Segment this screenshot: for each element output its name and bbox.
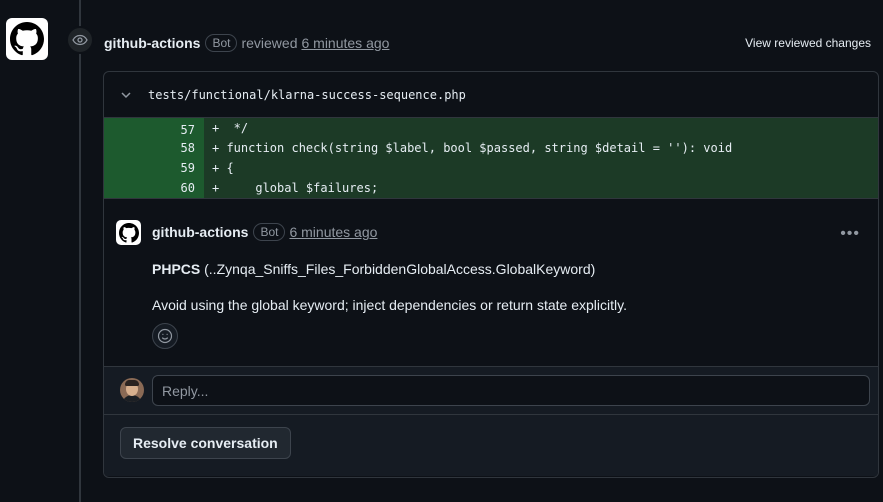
diff-line: 57 + */ [104, 118, 878, 138]
diff-line: 59 + { [104, 158, 878, 178]
github-actions-avatar[interactable] [6, 18, 48, 60]
comment-rule: (..Zynqa_Sniffs_Files_ForbiddenGlobalAcc… [200, 261, 596, 277]
chevron-down-icon[interactable] [118, 87, 134, 103]
review-badge [66, 26, 94, 54]
github-logo-icon [118, 222, 139, 243]
file-header: tests/functional/klarna-success-sequence… [104, 72, 878, 118]
review-comment: github-actions Bot 6 minutes ago ••• PHP… [104, 198, 878, 366]
resolve-row: Resolve conversation [104, 414, 878, 476]
eye-icon [72, 34, 88, 46]
github-logo-icon [10, 22, 44, 56]
comment-time-link[interactable]: 6 minutes ago [289, 224, 377, 240]
bot-badge: Bot [253, 223, 286, 241]
add-reaction-button[interactable] [152, 323, 178, 349]
reply-row [104, 366, 878, 414]
code-line: + function check(string $label, bool $pa… [212, 141, 733, 155]
review-action: reviewed [241, 35, 298, 51]
bot-badge: Bot [205, 34, 238, 52]
diff-block: 57 + */ 58 + function check(string $labe… [104, 118, 878, 198]
code-line: + */ [212, 121, 249, 135]
reply-input[interactable] [152, 375, 870, 406]
comment-tool: PHPCS [152, 261, 201, 277]
diff-line: 58 + function check(string $label, bool … [104, 138, 878, 158]
code-line: + { [212, 161, 234, 175]
view-reviewed-changes-link[interactable]: View reviewed changes [745, 36, 871, 50]
code-line: + global $failures; [212, 181, 379, 195]
comment-header: github-actions Bot 6 minutes ago [152, 223, 377, 241]
diff-line: 60 + global $failures; [104, 178, 878, 198]
file-path[interactable]: tests/functional/klarna-success-sequence… [148, 88, 466, 102]
review-time-link[interactable]: 6 minutes ago [301, 35, 389, 51]
review-header: github-actions Bot reviewed 6 minutes ag… [104, 31, 871, 55]
timeline-line [79, 0, 81, 502]
kebab-horizontal-icon[interactable]: ••• [840, 225, 860, 243]
smiley-icon [157, 328, 173, 344]
current-user-avatar[interactable] [120, 378, 144, 402]
line-number[interactable]: 59 [104, 158, 204, 178]
comment-message: Avoid using the global keyword; inject d… [152, 297, 627, 313]
review-author[interactable]: github-actions [104, 35, 200, 51]
comment-rule-line: PHPCS (..Zynqa_Sniffs_Files_ForbiddenGlo… [152, 261, 595, 277]
review-thread: tests/functional/klarna-success-sequence… [103, 71, 879, 478]
resolve-conversation-button[interactable]: Resolve conversation [120, 427, 291, 459]
line-number[interactable]: 57 [104, 118, 204, 138]
comment-avatar[interactable] [116, 220, 141, 245]
line-number[interactable]: 60 [104, 178, 204, 198]
line-number[interactable]: 58 [104, 138, 204, 158]
comment-author[interactable]: github-actions [152, 224, 248, 240]
